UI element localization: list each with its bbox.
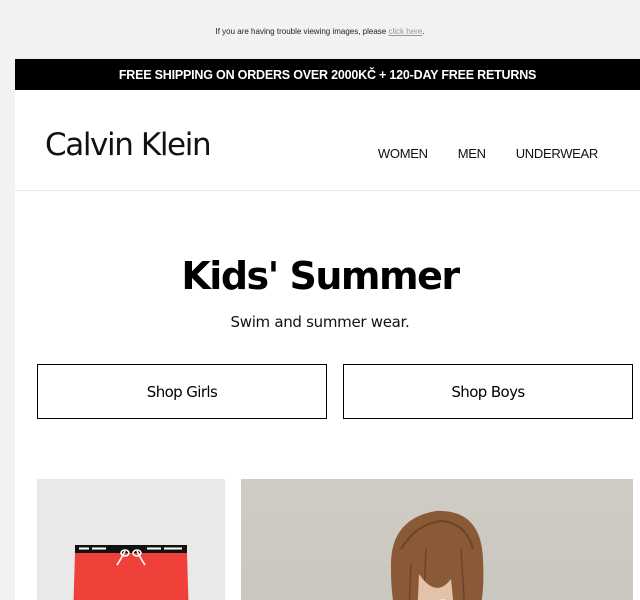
shorts-body <box>73 553 189 600</box>
email-body: FREE SHIPPING ON ORDERS OVER 2000KČ + 12… <box>15 59 640 600</box>
click-here-link[interactable]: click here <box>388 27 422 36</box>
hero-title: Kids' Summer <box>181 254 460 298</box>
hero-subtitle: Swim and summer wear. <box>230 313 410 331</box>
shipping-banner[interactable]: FREE SHIPPING ON ORDERS OVER 2000KČ + 12… <box>15 59 640 90</box>
calvin-klein-logo[interactable]: Calvin Klein <box>45 127 212 163</box>
shop-girls-button[interactable]: Shop Girls <box>37 364 327 419</box>
nav-women[interactable]: WOMEN <box>378 146 428 161</box>
hair-shape <box>390 510 484 600</box>
shipping-banner-text: FREE SHIPPING ON ORDERS OVER 2000KČ + 12… <box>118 67 537 82</box>
preheader-text: If you are having trouble viewing images… <box>215 27 387 36</box>
nav-men[interactable]: MEN <box>458 146 486 161</box>
swim-shorts-product-image[interactable] <box>37 479 225 600</box>
nav-underwear[interactable]: UNDERWEAR <box>516 146 599 161</box>
preheader-period: . <box>422 27 425 36</box>
email-header: Calvin Klein WOMEN MEN UNDERWEAR <box>15 90 640 191</box>
main-nav: WOMEN MEN UNDERWEAR <box>378 146 598 161</box>
kid-model-photo[interactable] <box>241 479 633 600</box>
kid-model-illustration <box>390 510 484 600</box>
swim-shorts-illustration <box>73 545 189 600</box>
shop-boys-button[interactable]: Shop Boys <box>343 364 633 419</box>
preheader: If you are having trouble viewing images… <box>0 27 640 36</box>
